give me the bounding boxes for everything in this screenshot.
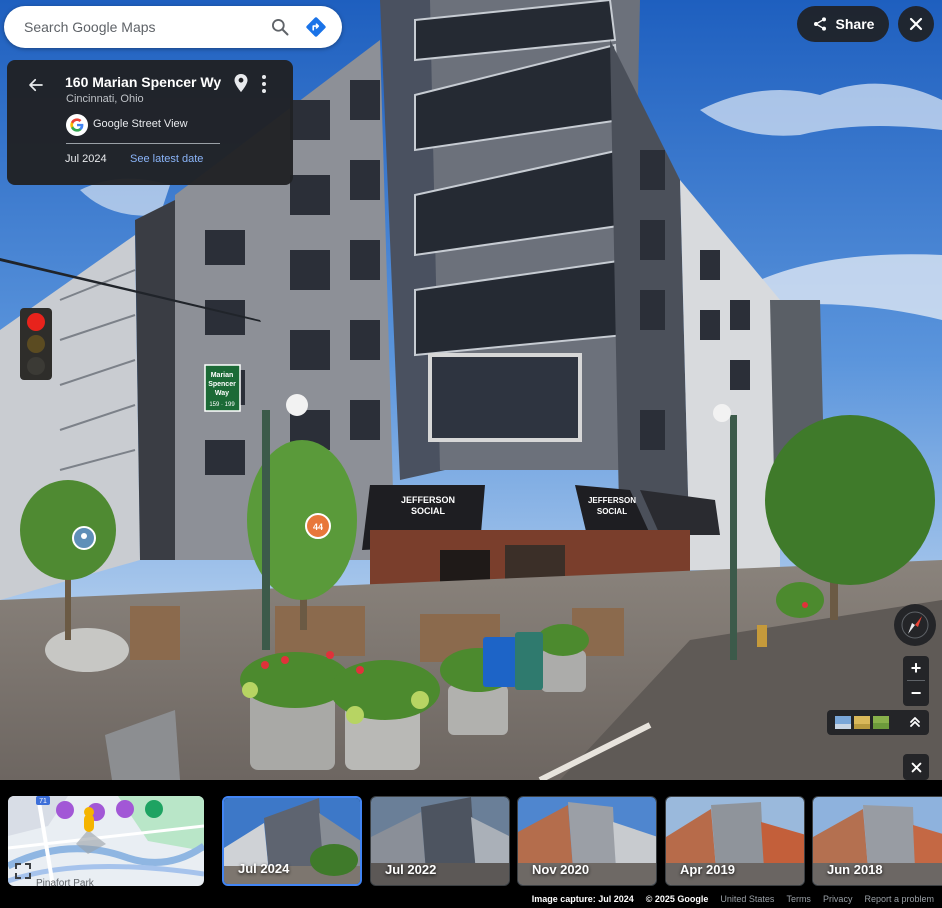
- hydrant: [757, 625, 767, 647]
- location-title: 160 Marian Spencer Wy: [65, 74, 222, 90]
- source-label: Google Street View: [93, 118, 188, 130]
- capture-date: Jul 2024: [65, 153, 107, 165]
- pin-icon: [234, 74, 248, 92]
- timeline-item[interactable]: Jun 2018: [812, 796, 942, 886]
- more-vert-icon: [262, 75, 266, 93]
- trash-bin: [515, 632, 543, 690]
- zoom-in-button[interactable]: +: [903, 656, 929, 680]
- timeline-date: Apr 2019: [680, 862, 735, 877]
- layer-thumb-field: [873, 716, 889, 729]
- expand-icon: [910, 717, 920, 727]
- planter-wood-1: [130, 606, 180, 660]
- street-sign-line-2: Spencer: [208, 381, 236, 388]
- more-options-button[interactable]: [257, 72, 271, 96]
- compass-icon: [901, 611, 929, 639]
- back-button[interactable]: [23, 72, 49, 98]
- location-subtitle: Cincinnati, Ohio: [66, 93, 144, 105]
- poi-marker-restaurant: 44: [305, 513, 331, 539]
- poi-marker-number: 44: [313, 522, 323, 532]
- directions-button[interactable]: [298, 9, 334, 45]
- close-street-view-button[interactable]: [898, 6, 934, 42]
- copyright: © 2025 Google: [645, 894, 709, 904]
- planter-round-left: [45, 628, 129, 672]
- card-divider: [66, 143, 220, 144]
- country-link[interactable]: United States: [720, 894, 774, 904]
- layers-toggle[interactable]: [827, 710, 929, 735]
- image-capture-date: Image capture: Jul 2024: [531, 894, 634, 904]
- search-input[interactable]: [4, 6, 262, 48]
- awning-left-text-1: JEFFERSON: [401, 495, 455, 505]
- search-bar: [4, 6, 342, 48]
- minimap[interactable]: 71 Pinafort Park: [8, 796, 204, 886]
- tower-base-window: [428, 353, 582, 442]
- search-icon: [272, 19, 289, 36]
- location-info-card: 160 Marian Spencer Wy Cincinnati, Ohio G…: [7, 60, 293, 185]
- directions-icon: [306, 17, 326, 37]
- minimap-route-number: 71: [39, 798, 47, 805]
- poi-marker-location: [72, 526, 96, 550]
- timeline-date: Jul 2022: [385, 862, 437, 877]
- close-icon: [911, 762, 921, 772]
- share-button[interactable]: Share: [797, 6, 889, 42]
- street-sign-line-1: Marian: [211, 372, 234, 379]
- close-timeline-button[interactable]: [903, 754, 929, 780]
- compass-button[interactable]: [894, 604, 936, 646]
- share-icon: [813, 17, 826, 31]
- search-button[interactable]: [262, 9, 298, 45]
- minimap-road-label: Pinafort Park: [36, 878, 95, 886]
- layer-thumb-sand: [854, 716, 870, 729]
- report-problem-link[interactable]: Report a problem: [864, 894, 934, 904]
- timeline-date: Jun 2018: [827, 862, 883, 877]
- back-arrow-icon: [29, 78, 43, 92]
- pin-button[interactable]: [233, 73, 251, 95]
- street-sign: Marian Spencer Way 159 · 199: [204, 364, 241, 412]
- street-sign-line-4: 159 · 199: [209, 402, 235, 408]
- timeline-item[interactable]: Jul 2022: [370, 796, 510, 886]
- street-sign-line-3: Way: [215, 390, 229, 397]
- zoom-out-button[interactable]: −: [903, 681, 929, 705]
- awning-right-text-1: JEFFERSON: [588, 496, 636, 505]
- see-latest-date-link[interactable]: See latest date: [130, 153, 203, 165]
- layer-thumb-sky: [835, 716, 851, 729]
- zoom-controls: + −: [903, 656, 929, 706]
- timeline-date: Jul 2024: [238, 861, 290, 876]
- terms-link[interactable]: Terms: [786, 894, 811, 904]
- timeline-item[interactable]: Nov 2020: [517, 796, 657, 886]
- timeline-item[interactable]: Jul 2024: [222, 796, 362, 886]
- planter-wood-2: [275, 606, 365, 656]
- recycle-bin: [483, 637, 517, 687]
- timeline-item[interactable]: Apr 2019: [665, 796, 805, 886]
- google-logo-icon: [66, 114, 88, 136]
- timeline-date: Nov 2020: [532, 862, 590, 877]
- share-label: Share: [835, 16, 875, 32]
- awning-left-text-2: SOCIAL: [411, 506, 446, 516]
- close-icon: [909, 17, 923, 31]
- traffic-light: [20, 308, 52, 380]
- fullscreen-icon[interactable]: [14, 862, 32, 880]
- street-view-app: JEFFERSON SOCIAL JEFFERSON SOCIAL Marian…: [0, 0, 942, 908]
- awning-right-text-2: SOCIAL: [597, 507, 627, 516]
- timeline-strip: 71 Pinafort Park Jul 2024 Jul 2022 Nov 2…: [0, 780, 942, 908]
- privacy-link[interactable]: Privacy: [823, 894, 853, 904]
- footer-bar: Image capture: Jul 2024 © 2025 Google Un…: [532, 894, 934, 904]
